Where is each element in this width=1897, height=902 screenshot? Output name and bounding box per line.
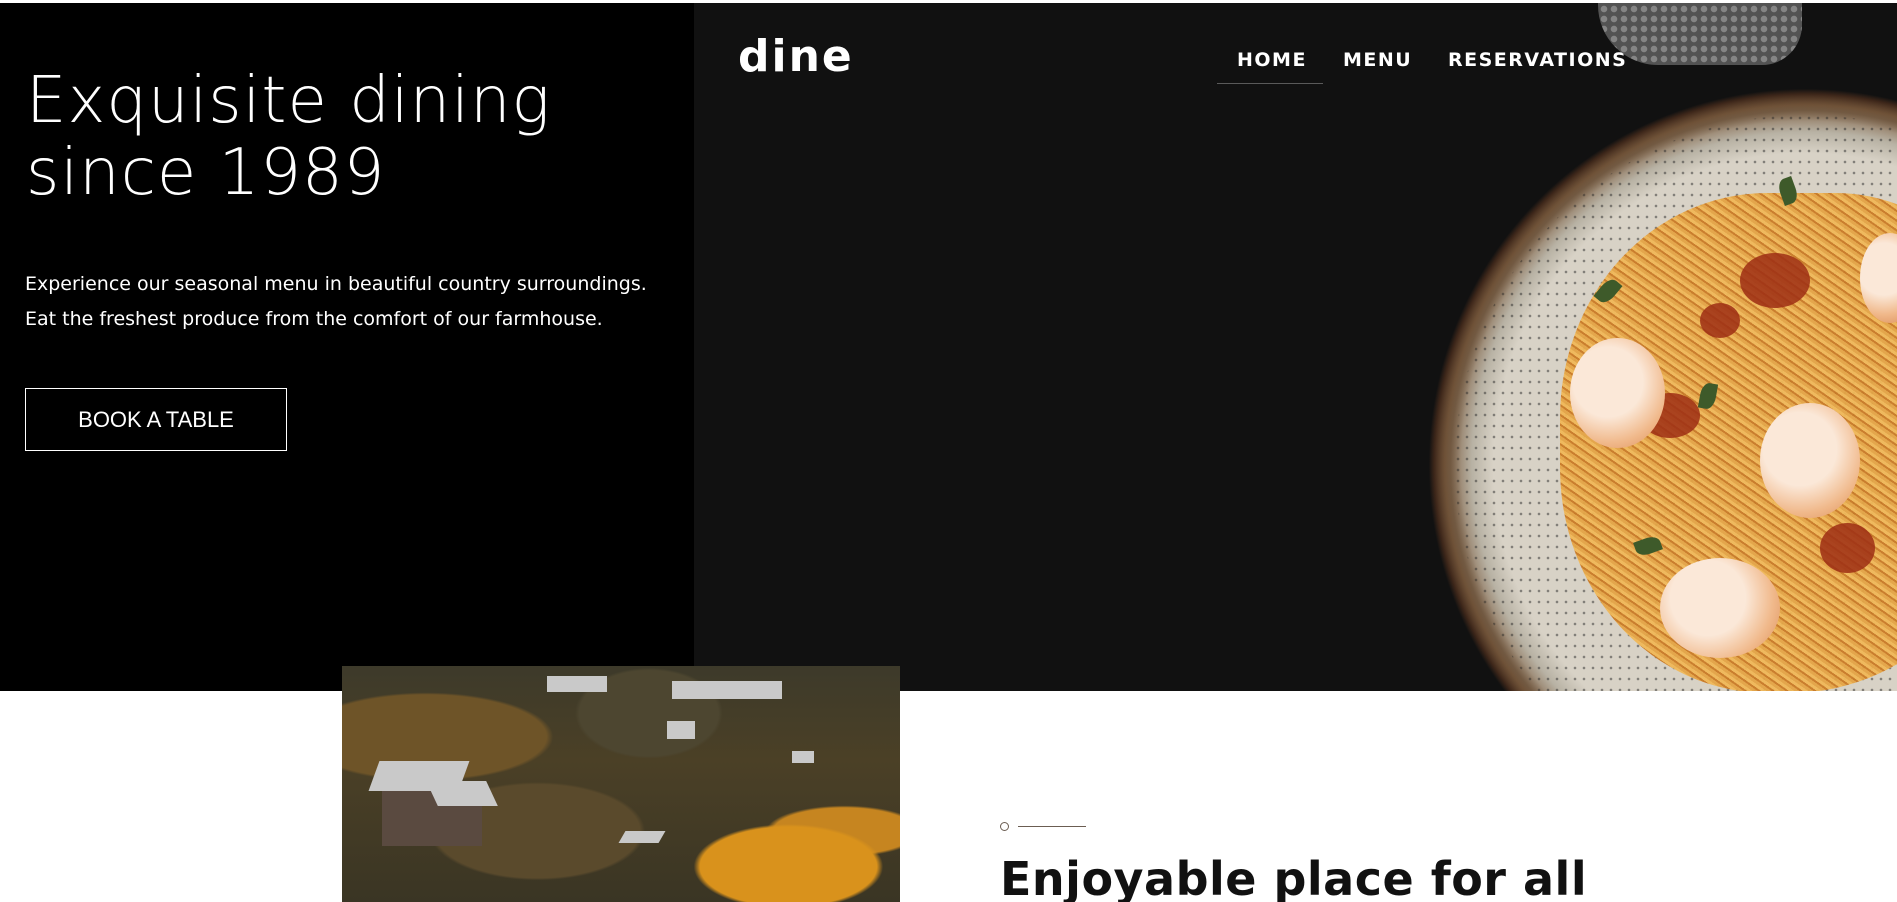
- roof: [618, 831, 666, 843]
- hero-title-line-1: Exquisite dining: [26, 64, 551, 138]
- decorative-pattern: [1598, 3, 1802, 65]
- hero-section: Exquisite dining since 1989 Experience o…: [0, 0, 1897, 691]
- nav-active-underline: [1217, 83, 1323, 84]
- tomato: [1820, 523, 1875, 573]
- shrimp: [1660, 558, 1780, 658]
- shrimp: [1570, 338, 1665, 448]
- shrimp: [1760, 403, 1860, 518]
- roof: [667, 721, 695, 739]
- nav-item-home[interactable]: HOME: [1237, 49, 1307, 71]
- section-decoration: [1000, 822, 1086, 831]
- tomato: [1700, 303, 1740, 338]
- roof: [672, 681, 782, 699]
- nav-item-menu[interactable]: MENU: [1343, 49, 1412, 71]
- nav-item-reservations[interactable]: RESERVATIONS: [1448, 49, 1627, 71]
- decoration-circle: [1000, 822, 1009, 831]
- roof: [547, 676, 607, 692]
- book-a-table-button[interactable]: BOOK A TABLE: [25, 388, 287, 451]
- tomato: [1740, 253, 1810, 308]
- farmhouse-landscape-image: [342, 666, 900, 902]
- hero-title-line-2: since 1989: [26, 136, 386, 210]
- about-section: [0, 691, 1897, 902]
- section-title: Enjoyable place for all: [1000, 852, 1588, 902]
- hero-title: Exquisite dining since 1989: [26, 65, 666, 209]
- roof: [426, 781, 498, 806]
- hero-description-line-1: Experience our seasonal menu in beautifu…: [25, 273, 647, 295]
- logo[interactable]: dine: [738, 31, 854, 82]
- hero-description: Experience our seasonal menu in beautifu…: [25, 267, 685, 337]
- hero-description-line-2: Eat the freshest produce from the comfor…: [25, 308, 603, 330]
- decoration-line: [1018, 826, 1086, 827]
- roof: [792, 751, 814, 763]
